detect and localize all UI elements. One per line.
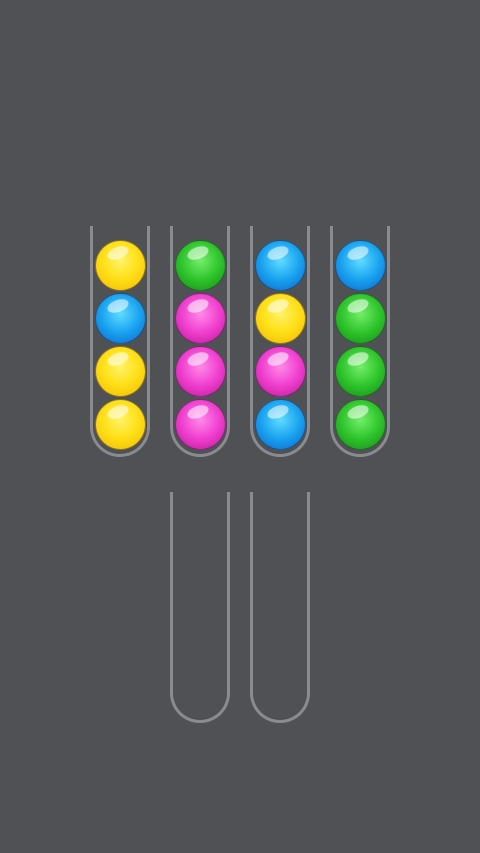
tube-6-empty[interactable] — [250, 492, 310, 723]
yellow-ball — [94, 240, 146, 291]
yellow-ball — [94, 346, 146, 397]
green-ball — [174, 240, 226, 291]
tube-5-empty[interactable] — [170, 492, 230, 723]
yellow-ball — [254, 293, 306, 344]
tube-1[interactable] — [90, 226, 150, 457]
tube-4[interactable] — [330, 226, 390, 457]
pink-ball — [174, 293, 226, 344]
tube-2[interactable] — [170, 226, 230, 457]
green-ball — [334, 399, 386, 450]
pink-ball — [174, 399, 226, 450]
blue-ball — [254, 240, 306, 291]
green-ball — [334, 346, 386, 397]
blue-ball — [254, 399, 306, 450]
pink-ball — [254, 346, 306, 397]
blue-ball — [94, 293, 146, 344]
green-ball — [334, 293, 386, 344]
game-board — [0, 0, 480, 853]
tube-3[interactable] — [250, 226, 310, 457]
blue-ball — [334, 240, 386, 291]
pink-ball — [174, 346, 226, 397]
yellow-ball — [94, 399, 146, 450]
